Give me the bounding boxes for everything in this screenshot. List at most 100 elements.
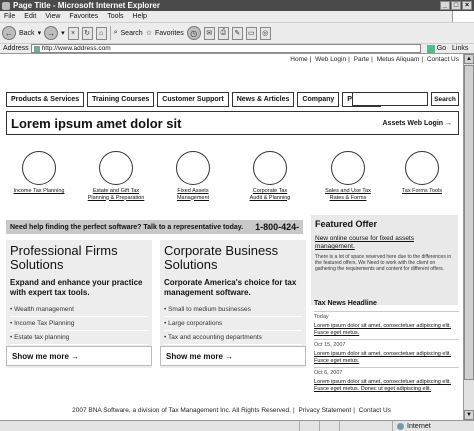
history-icon[interactable]: ◷ xyxy=(186,26,201,40)
scroll-down-icon[interactable]: ▼ xyxy=(464,410,474,420)
news-link[interactable]: Lorem ipsum dolor sit amet, consectetuer… xyxy=(314,379,459,393)
assets-web-login-label[interactable]: Assets Web Login xyxy=(383,120,444,127)
status-segment xyxy=(320,420,340,431)
scroll-thumb[interactable] xyxy=(464,65,474,380)
menu-file[interactable]: File xyxy=(4,13,15,20)
refresh-icon[interactable]: ↻ xyxy=(81,26,93,40)
service-fixed-assets[interactable]: Fixed Assets Management xyxy=(158,151,228,201)
nav-products-services[interactable]: Products & Services xyxy=(6,92,85,107)
service-tax-forms-tools[interactable]: Tax Forms Tools xyxy=(387,151,457,195)
address-url[interactable]: http://www.address.com xyxy=(42,45,111,52)
search-toolbar-button[interactable]: Search xyxy=(121,30,143,37)
contact-callout: Need help finding the perfect software? … xyxy=(6,220,303,234)
links-label[interactable]: Links xyxy=(452,45,468,52)
service-sales-use-tax[interactable]: Sales and Use Tax Rates & Forms xyxy=(313,151,383,201)
featured-offer: Featured Offer New online course for fix… xyxy=(311,215,458,305)
address-input[interactable]: http://www.address.com xyxy=(30,44,421,53)
back-dropdown-icon[interactable]: ▾ xyxy=(38,29,42,37)
news-link[interactable]: Lorem ipsum dolor sit amet, consectetuer… xyxy=(314,351,459,365)
list-item: • Estate tax planning xyxy=(10,331,148,345)
globe-icon xyxy=(397,422,404,430)
phone-number: 1-800-424- xyxy=(255,222,300,232)
top-link-web-login[interactable]: Web Login xyxy=(315,56,346,63)
top-link-home[interactable]: Home xyxy=(290,56,307,63)
toolbar-divider xyxy=(109,26,111,40)
go-button[interactable]: Go xyxy=(426,44,446,53)
arrow-right-icon[interactable]: → xyxy=(445,120,452,127)
mail-icon[interactable]: ✉ xyxy=(203,26,215,40)
forward-arrow-icon[interactable]: → xyxy=(44,26,59,40)
callout-text: Need help finding the perfect software? … xyxy=(10,223,244,231)
back-arrow-icon[interactable]: ← xyxy=(2,26,16,40)
window-title: Page Title - Microsoft Internet Explorer xyxy=(13,1,160,10)
menu-tools[interactable]: Tools xyxy=(107,13,123,20)
edit-page-icon[interactable]: ✎ xyxy=(231,26,243,40)
go-label[interactable]: Go xyxy=(437,45,446,52)
top-link-parte[interactable]: Parte xyxy=(354,56,370,63)
top-link-contact-us[interactable]: Contact Us xyxy=(427,56,459,63)
service-icons: Income Tax Planning Estate and Gift Tax P… xyxy=(0,151,463,203)
corporate-business-panel: Corporate Business Solutions Corporate A… xyxy=(160,240,306,368)
nav-training-courses[interactable]: Training Courses xyxy=(87,92,155,107)
arrow-right-icon[interactable]: → xyxy=(71,352,79,361)
status-text-area xyxy=(0,420,300,431)
service-label[interactable]: Fixed Assets Management xyxy=(158,188,228,201)
news-link[interactable]: Lorem ipsum dolor sit amet, consectetuer… xyxy=(314,323,459,337)
show-more-button[interactable]: Show me more → xyxy=(160,346,306,366)
search-toolbar-icon[interactable]: ⌕ xyxy=(114,29,118,37)
print-icon[interactable]: ⎙ xyxy=(217,26,229,40)
scroll-up-icon[interactable]: ▲ xyxy=(464,54,474,64)
menu-view[interactable]: View xyxy=(45,13,60,20)
messenger-icon[interactable]: ◎ xyxy=(259,26,271,40)
news-heading: Tax News Headline xyxy=(314,300,377,307)
nav-company[interactable]: Company xyxy=(297,92,340,107)
featured-link[interactable]: New online course for fixed assets manag… xyxy=(315,235,454,251)
menu-favorites[interactable]: Favorites xyxy=(69,13,98,20)
arrow-right-icon[interactable]: → xyxy=(225,352,233,361)
favorites-star-icon[interactable]: ☆ xyxy=(146,29,152,37)
assets-web-login-link[interactable]: Assets Web Login → xyxy=(383,120,453,127)
income-tax-icon[interactable] xyxy=(22,151,56,185)
vertical-scrollbar[interactable]: ▲ ▼ xyxy=(463,54,474,420)
estate-gift-tax-icon[interactable] xyxy=(99,151,133,185)
service-corporate-tax[interactable]: Corporate Tax Audit & Planning xyxy=(235,151,305,201)
service-label[interactable]: Income Tax Planning xyxy=(4,188,74,195)
menu-help[interactable]: Help xyxy=(133,13,147,20)
show-more-button[interactable]: Show me more → xyxy=(6,346,152,366)
minimize-icon[interactable]: _ xyxy=(440,1,450,10)
forward-dropdown-icon[interactable]: ▾ xyxy=(61,29,65,37)
discuss-icon[interactable]: ▭ xyxy=(245,26,257,40)
panel-list: • Small to medium businesses • Large cor… xyxy=(164,303,302,345)
service-label[interactable]: Corporate Tax Audit & Planning xyxy=(235,188,305,201)
contact-us-link[interactable]: Contact Us xyxy=(359,407,391,414)
top-link-metus-aliquam[interactable]: Metus Aliquam xyxy=(377,56,420,63)
service-label[interactable]: Estate and Gift Tax Planning & Preparatio… xyxy=(81,188,151,201)
service-income-tax[interactable]: Income Tax Planning xyxy=(4,151,74,195)
nav-news-articles[interactable]: News & Articles xyxy=(231,92,295,107)
corporate-tax-icon[interactable] xyxy=(253,151,287,185)
page-icon xyxy=(33,45,40,52)
list-item: • Income Tax Planning xyxy=(10,317,148,331)
maximize-icon[interactable]: □ xyxy=(451,1,461,10)
fixed-assets-icon[interactable] xyxy=(176,151,210,185)
favorites-toolbar-button[interactable]: Favorites xyxy=(155,30,184,37)
site-search-input[interactable] xyxy=(352,92,428,106)
home-icon[interactable]: ⌂ xyxy=(95,26,107,40)
privacy-statement-link[interactable]: Privacy Statement xyxy=(298,407,351,414)
hero-banner: Lorem ipsum amet dolor sit Assets Web Lo… xyxy=(6,111,459,135)
service-estate-gift-tax[interactable]: Estate and Gift Tax Planning & Preparatio… xyxy=(81,151,151,201)
stop-icon[interactable]: × xyxy=(67,26,79,40)
menu-edit[interactable]: Edit xyxy=(24,13,36,20)
browser-toolbar: ← Back ▾ → ▾ × ↻ ⌂ ⌕ Search ☆ Favorites … xyxy=(0,22,474,43)
tax-forms-tools-icon[interactable] xyxy=(405,151,439,185)
site-search-button[interactable]: Search xyxy=(431,92,459,106)
go-arrow-icon[interactable] xyxy=(426,44,435,53)
professional-firms-panel: Professional Firms Solutions Expand and … xyxy=(6,240,152,368)
sales-use-tax-icon[interactable] xyxy=(331,151,365,185)
nav-customer-support[interactable]: Customer Support xyxy=(157,92,229,107)
service-label[interactable]: Tax Forms Tools xyxy=(387,188,457,195)
news-item: Today Lorem ipsum dolor sit amet, consec… xyxy=(314,311,459,339)
close-icon[interactable]: × xyxy=(462,1,472,10)
back-button-label[interactable]: Back xyxy=(19,30,35,37)
service-label[interactable]: Sales and Use Tax Rates & Forms xyxy=(313,188,383,201)
